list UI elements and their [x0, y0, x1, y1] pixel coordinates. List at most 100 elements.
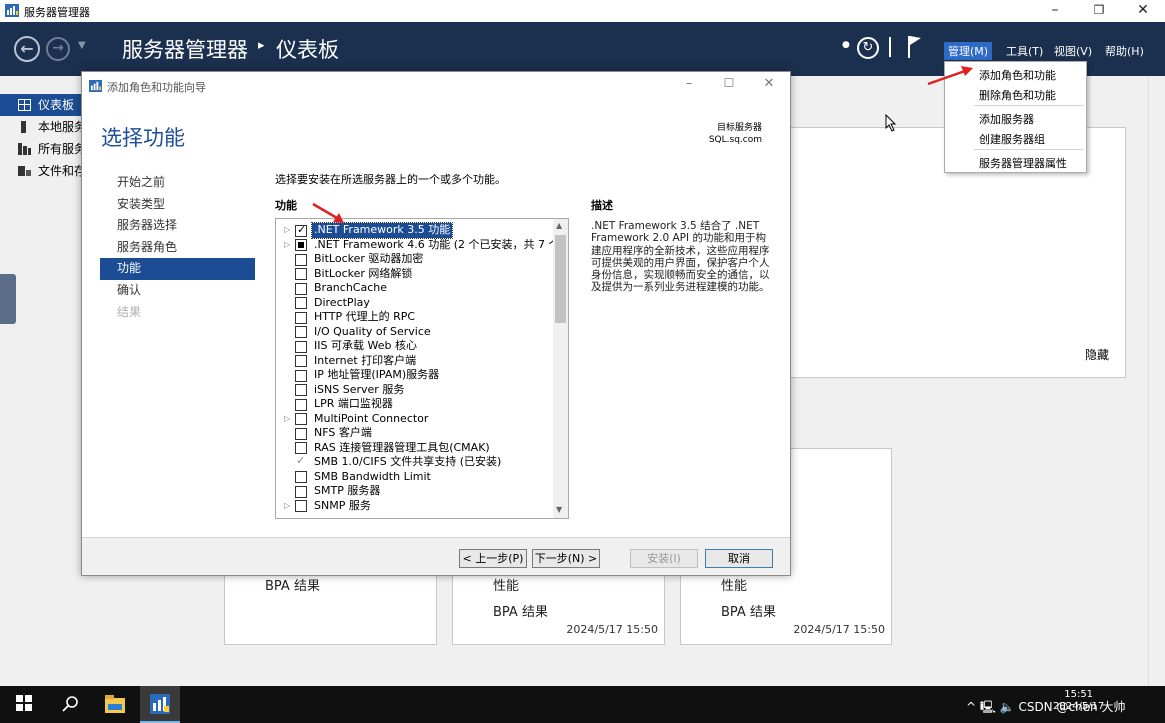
feature-row[interactable]: IIS 可承载 Web 核心 [276, 339, 552, 354]
refresh-icon[interactable]: ↻ [857, 37, 879, 59]
feature-label[interactable]: MultiPoint Connector [314, 412, 428, 427]
feature-checkbox[interactable] [295, 239, 307, 251]
file-explorer-icon[interactable] [105, 695, 125, 713]
search-icon[interactable] [62, 695, 80, 713]
feature-row[interactable]: SMTP 服务器 [276, 484, 552, 499]
feature-label[interactable]: BitLocker 驱动器加密 [314, 252, 423, 267]
step-confirmation[interactable]: 确认 [100, 280, 255, 302]
step-installation-type[interactable]: 安装类型 [100, 194, 255, 216]
side-panel-handle[interactable] [0, 274, 16, 324]
feature-checkbox[interactable] [295, 297, 307, 309]
forward-arrow-icon[interactable]: → [46, 37, 70, 61]
scroll-up-icon[interactable]: ▲ [556, 221, 562, 230]
feature-checkbox[interactable] [295, 340, 307, 353]
clock[interactable]: 15:51 2024/5/17 [1053, 689, 1104, 713]
feature-label[interactable]: SMB Bandwidth Limit [314, 470, 431, 485]
scroll-down-icon[interactable]: ▼ [556, 505, 562, 514]
feature-row[interactable]: DirectPlay [276, 296, 552, 311]
feature-checkbox[interactable] [295, 369, 307, 382]
expand-arrow-icon[interactable]: ▷ [284, 223, 290, 238]
tile-bpa[interactable]: BPA 结果 [721, 601, 776, 620]
feature-checkbox[interactable] [295, 427, 307, 440]
feature-row[interactable]: I/O Quality of Service [276, 325, 552, 340]
feature-label[interactable]: SNMP 服务 [314, 499, 371, 514]
feature-label[interactable]: DirectPlay [314, 296, 370, 311]
features-scrollbar[interactable]: ▲ ▼ [553, 219, 568, 518]
feature-row[interactable]: ▷ .NET Framework 4.6 功能 (2 个已安装，共 7 个) [276, 238, 564, 253]
step-before-you-begin[interactable]: 开始之前 [100, 172, 255, 194]
tile-bpa[interactable]: BPA 结果 [265, 575, 320, 594]
feature-checkbox[interactable] [295, 500, 307, 512]
feature-row[interactable]: ▷ MultiPoint Connector [276, 412, 552, 427]
feature-label[interactable]: SMTP 服务器 [314, 484, 380, 499]
feature-checkbox[interactable] [295, 253, 307, 266]
nav-item-all-servers[interactable]: 所有服务器 [0, 138, 90, 160]
menu-view[interactable]: 视图(V) [1050, 42, 1096, 60]
feature-label[interactable]: IP 地址管理(IPAM)服务器 [314, 368, 439, 383]
next-button[interactable]: 下一步(N) > [532, 549, 600, 568]
history-dropdown-icon[interactable]: ▼ [78, 40, 86, 51]
feature-checkbox[interactable] [295, 311, 307, 324]
tile-bpa[interactable]: BPA 结果 [493, 601, 548, 620]
feature-checkbox[interactable] [295, 413, 307, 425]
refresh-dropdown-icon[interactable]: ● [842, 40, 850, 50]
feature-label[interactable]: .NET Framework 4.6 功能 (2 个已安装，共 7 个) [314, 238, 564, 253]
feature-row[interactable]: LPR 端口监视器 [276, 397, 552, 412]
minimize-button[interactable]: – [1033, 0, 1077, 22]
feature-row[interactable]: BitLocker 驱动器加密 [276, 252, 552, 267]
maximize-button[interactable]: ❐ [1077, 0, 1121, 22]
menu-item-remove-roles[interactable]: 删除角色和功能 [979, 87, 1056, 103]
expand-arrow-icon[interactable]: ▷ [284, 238, 290, 253]
feature-label[interactable]: BitLocker 网络解锁 [314, 267, 412, 282]
feature-checkbox[interactable] [295, 471, 307, 483]
feature-row[interactable]: SMB Bandwidth Limit [276, 470, 552, 485]
feature-row[interactable]: BranchCache [276, 281, 552, 296]
expand-arrow-icon[interactable]: ▷ [284, 412, 290, 427]
feature-label[interactable]: IIS 可承载 Web 核心 [314, 339, 417, 354]
feature-row[interactable]: BitLocker 网络解锁 [276, 267, 552, 282]
nav-item-file-storage[interactable]: 文件和存储服务 [0, 160, 90, 182]
feature-row[interactable]: ▷ SNMP 服务 [276, 499, 552, 514]
feature-row[interactable]: SMB 1.0/CIFS 文件共享支持 (已安装) [276, 454, 552, 470]
feature-row[interactable]: HTTP 代理上的 RPC [276, 310, 552, 325]
feature-label[interactable]: RAS 连接管理器管理工具包(CMAK) [314, 441, 490, 456]
hide-link[interactable]: 隐藏 [1085, 346, 1109, 363]
scroll-thumb[interactable] [555, 235, 566, 323]
feature-checkbox[interactable] [295, 442, 307, 454]
nav-item-local-server[interactable]: 本地服务器 [0, 116, 90, 138]
step-server-roles[interactable]: 服务器角色 [100, 237, 255, 259]
wizard-close-button[interactable]: ✕ [754, 76, 784, 91]
feature-checkbox[interactable] [295, 223, 307, 237]
menu-item-properties[interactable]: 服务器管理器属性 [979, 155, 1067, 171]
feature-checkbox[interactable] [295, 384, 307, 396]
close-button[interactable]: ✕ [1121, 0, 1165, 22]
body-scrollbar[interactable] [1148, 76, 1165, 686]
feature-checkbox[interactable] [295, 485, 307, 498]
wizard-minimize-button[interactable]: – [674, 76, 704, 91]
feature-checkbox[interactable] [295, 326, 307, 338]
feature-row[interactable]: IP 地址管理(IPAM)服务器 [276, 368, 552, 383]
step-server-selection[interactable]: 服务器选择 [100, 215, 255, 237]
menu-help[interactable]: 帮助(H) [1101, 42, 1148, 60]
feature-label[interactable]: NFS 客户端 [314, 426, 372, 441]
previous-button[interactable]: < 上一步(P) [459, 549, 527, 568]
feature-label[interactable]: Internet 打印客户端 [314, 354, 416, 369]
taskbar-active-app[interactable] [140, 686, 180, 723]
feature-row[interactable]: Internet 打印客户端 [276, 354, 552, 369]
feature-label[interactable]: LPR 端口监视器 [314, 397, 393, 412]
tile-performance[interactable]: 性能 [493, 575, 519, 594]
feature-label[interactable]: I/O Quality of Service [314, 325, 431, 340]
menu-item-add-servers[interactable]: 添加服务器 [979, 111, 1034, 127]
feature-label[interactable]: SMB 1.0/CIFS 文件共享支持 (已安装) [314, 455, 501, 470]
feature-label[interactable]: BranchCache [314, 281, 387, 296]
tile-performance[interactable]: 性能 [721, 575, 747, 594]
nav-item-dashboard[interactable]: 仪表板 [0, 94, 90, 116]
notification-flag-icon[interactable] [907, 35, 921, 59]
feature-checkbox[interactable] [295, 268, 307, 280]
back-arrow-icon[interactable]: ← [14, 36, 40, 62]
step-features[interactable]: 功能 [100, 258, 255, 280]
feature-label[interactable]: HTTP 代理上的 RPC [314, 310, 415, 325]
feature-checkbox[interactable] [295, 282, 307, 295]
menu-manage[interactable]: 管理(M) [944, 42, 993, 60]
feature-label[interactable]: iSNS Server 服务 [314, 383, 404, 398]
